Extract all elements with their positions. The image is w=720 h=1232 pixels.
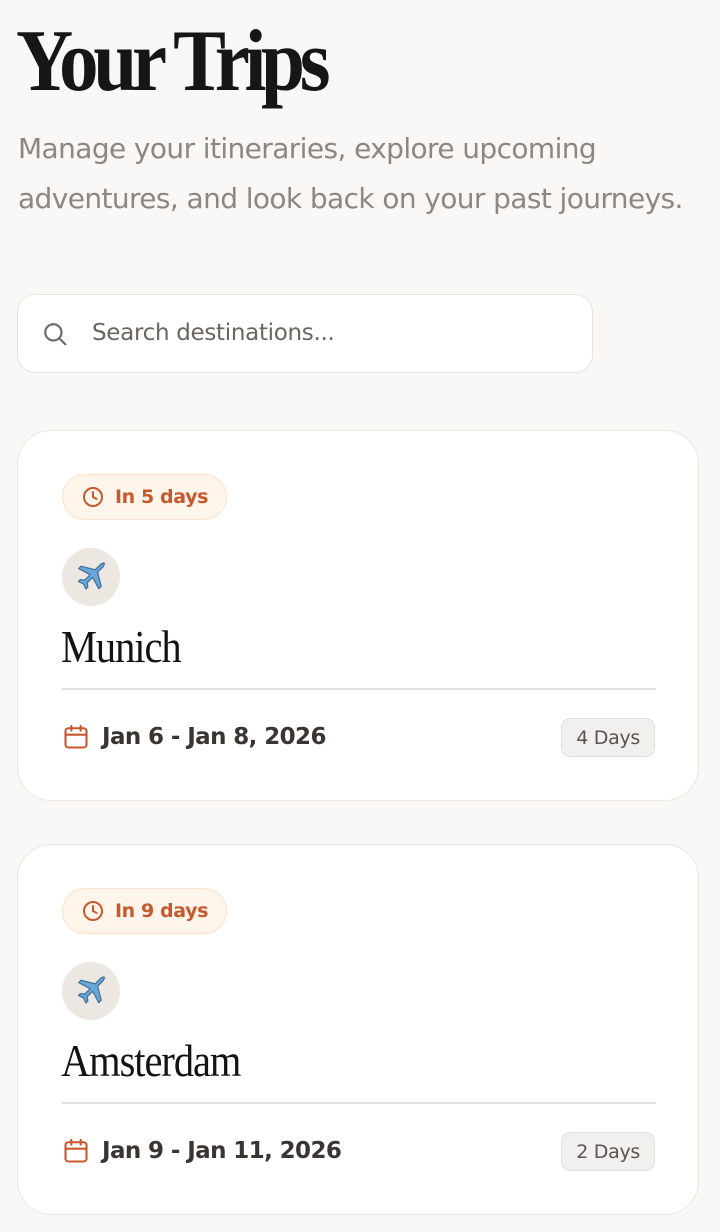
card-divider xyxy=(62,1102,656,1104)
airplane-icon xyxy=(62,962,120,1020)
clock-icon xyxy=(83,487,103,507)
clock-icon xyxy=(83,901,103,921)
trip-card[interactable]: In 9 days Amsterdam Jan 9 - Jan 11, 2026… xyxy=(17,844,699,1215)
trip-dates: Jan 9 - Jan 11, 2026 xyxy=(102,1138,342,1164)
countdown-label: In 9 days xyxy=(115,900,208,922)
duration-badge: 4 Days xyxy=(561,718,655,757)
trip-dates: Jan 6 - Jan 8, 2026 xyxy=(102,724,326,750)
trip-destination: Amsterdam xyxy=(61,1035,241,1086)
page-title: Your Trips xyxy=(16,13,331,110)
page-subtitle: Manage your itineraries, explore upcomin… xyxy=(18,132,683,215)
search-input[interactable] xyxy=(92,307,572,359)
trip-destination: Munich xyxy=(61,621,182,672)
calendar-icon xyxy=(64,1138,88,1163)
trip-card[interactable]: In 5 days Munich Jan 6 - Jan 8, 2026 4 D… xyxy=(17,430,699,801)
calendar-icon xyxy=(64,724,88,749)
countdown-label: In 5 days xyxy=(115,486,208,508)
duration-badge: 2 Days xyxy=(561,1132,655,1171)
countdown-badge: In 9 days xyxy=(62,888,227,934)
search-bar[interactable] xyxy=(17,294,593,373)
search-icon xyxy=(44,323,67,346)
countdown-badge: In 5 days xyxy=(62,474,227,520)
card-divider xyxy=(62,688,656,690)
airplane-icon xyxy=(62,548,120,606)
